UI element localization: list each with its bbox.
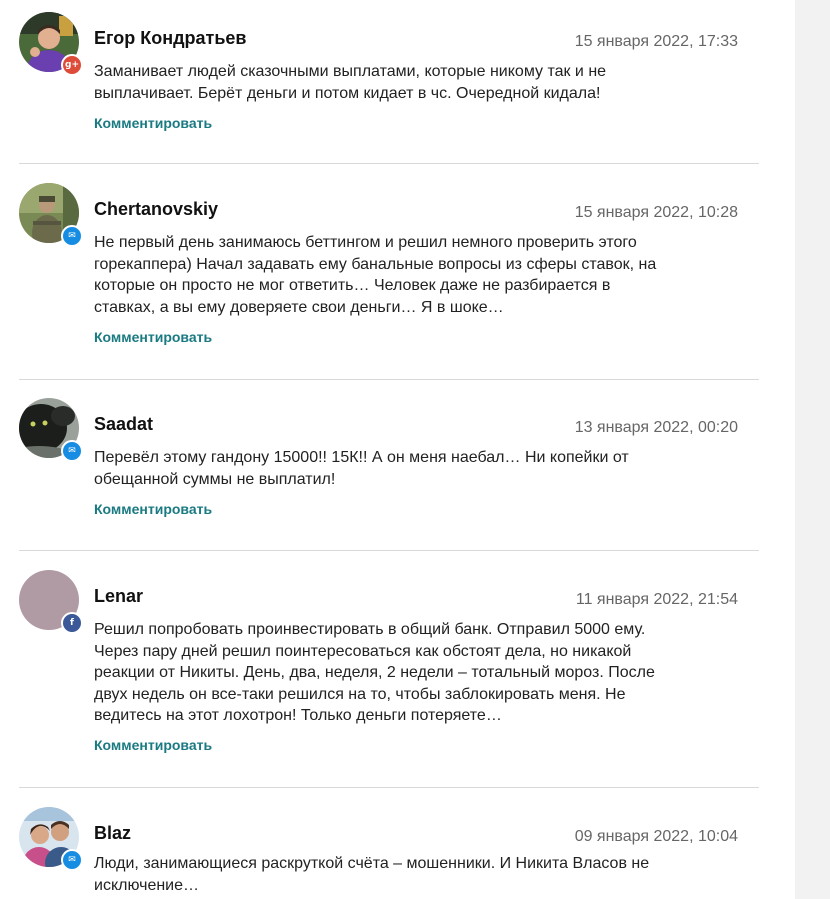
comment-date: 15 января 2022, 10:28 — [574, 204, 738, 221]
reply-link[interactable]: Комментировать — [94, 115, 212, 131]
comment-date: 13 января 2022, 00:20 — [574, 419, 738, 436]
comment-date: 11 января 2022, 21:54 — [575, 591, 738, 608]
page-side-strip — [795, 0, 830, 899]
comment-date: 09 января 2022, 10:04 — [574, 828, 738, 845]
comment-author[interactable]: Saadat — [94, 412, 153, 436]
comment-item: g+ Егор Кондратьев 15 января 2022, 17:33… — [19, 12, 759, 162]
comment-author[interactable]: Chertanovskiy — [94, 197, 218, 221]
comment-text: Люди, занимающиеся раскруткой счёта – мо… — [94, 855, 650, 894]
reply-link[interactable]: Комментировать — [94, 329, 212, 345]
mail-icon: ✉ — [61, 849, 83, 871]
mail-icon: ✉ — [61, 440, 83, 462]
comment-text: Не первый день занимаюсь беттингом и реш… — [94, 234, 657, 316]
comment-date: 15 января 2022, 17:33 — [574, 33, 738, 50]
divider — [19, 163, 759, 164]
reply-link[interactable]: Комментировать — [94, 737, 212, 753]
comment-text: Заманивает людей сказочными выплатами, к… — [94, 63, 607, 102]
comment-item: ✉ Blaz 09 января 2022, 10:04 Люди, заним… — [19, 807, 759, 899]
comment-author[interactable]: Lenar — [94, 584, 143, 608]
comment-item: ✉ Chertanovskiy 15 января 2022, 10:28 Не… — [19, 183, 759, 378]
divider — [19, 550, 759, 551]
comment-item: ✉ Saadat 13 января 2022, 00:20 Перевёл э… — [19, 398, 759, 550]
facebook-icon: f — [61, 612, 83, 634]
comment-author[interactable]: Егор Кондратьев — [94, 26, 247, 50]
comment-text: Решил попробовать проинвестировать в общ… — [94, 621, 655, 724]
google-plus-icon: g+ — [61, 54, 83, 76]
comment-item: f Lenar 11 января 2022, 21:54 Решил попр… — [19, 570, 759, 786]
divider — [19, 379, 759, 380]
comment-text: Перевёл этому гандону 15000!! 15К!! А он… — [94, 449, 629, 488]
comment-author[interactable]: Blaz — [94, 821, 131, 845]
mail-icon: ✉ — [61, 225, 83, 247]
reply-link[interactable]: Комментировать — [94, 501, 212, 517]
divider — [19, 787, 759, 788]
